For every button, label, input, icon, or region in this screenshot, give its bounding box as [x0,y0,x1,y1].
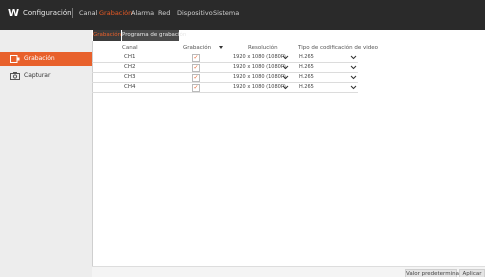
tab-bar: Grabación Programa de grabación [92,30,485,41]
encoding-select[interactable]: H.265 [297,53,357,61]
chevron-down-icon[interactable] [350,65,357,70]
camera-icon [10,72,20,80]
channel-name: CH2 [124,64,136,70]
column-header-codificacion: Tipo de codificación de video [298,45,379,51]
encoding-select[interactable]: H.265 [297,83,357,91]
recording-checkbox[interactable]: ✓ [192,64,200,72]
chevron-down-icon[interactable] [350,75,357,80]
nav-alarma[interactable]: Alarma [131,9,154,17]
chevron-down-icon[interactable] [282,65,289,70]
footer-bar: Valor predeterminado Aplicar [92,266,485,277]
nav-canal[interactable]: Canal [79,9,97,17]
table-row: CH1 ✓ 1920 x 1080 (1080P) H.265 [92,53,358,63]
sidebar-item-label: Grabación [24,55,55,62]
apply-button[interactable]: Aplicar [459,269,485,277]
encoding-select[interactable]: H.265 [297,63,357,71]
recording-checkbox[interactable]: ✓ [192,74,200,82]
chevron-down-icon[interactable] [282,85,289,90]
encoding-select[interactable]: H.265 [297,73,357,81]
nav-sistema[interactable]: Sistema [213,9,239,17]
sidebar-item-label: Capturar [24,72,51,79]
recording-checkbox[interactable]: ✓ [192,54,200,62]
sort-arrow-icon[interactable] [219,46,223,49]
chevron-down-icon[interactable] [282,55,289,60]
nav-red[interactable]: Red [158,9,170,17]
app-window: W Configuración Canal Grabación Alarma R… [0,0,485,277]
table-row: CH3 ✓ 1920 x 1080 (1080P) H.265 [92,73,358,83]
channel-name: CH3 [124,74,136,80]
chevron-down-icon[interactable] [350,55,357,60]
chevron-down-icon[interactable] [350,85,357,90]
sidebar-item-capturar[interactable]: Capturar [0,69,92,83]
default-button[interactable]: Valor predeterminado [405,269,466,277]
channel-name: CH4 [124,84,136,90]
column-header-canal: Canal [122,45,138,51]
table-row: CH4 ✓ 1920 x 1080 (1080P) H.265 [92,83,358,93]
sidebar: Grabación Capturar [0,30,93,277]
title-divider [72,8,73,18]
page-title: Configuración [23,9,72,17]
recording-checkbox[interactable]: ✓ [192,84,200,92]
column-header-grabacion: Grabación [183,45,212,51]
chevron-down-icon[interactable] [282,75,289,80]
channel-name: CH1 [124,54,136,60]
nav-grabacion[interactable]: Grabación [99,9,132,17]
sidebar-item-grabacion[interactable]: Grabación [0,52,92,66]
tab-grabacion[interactable]: Grabación [93,30,121,41]
brand-logo: W [8,8,20,19]
record-icon [10,55,20,63]
column-header-resolucion: Resolución [248,45,278,51]
top-bar: W Configuración Canal Grabación Alarma R… [0,0,485,30]
nav-dispositivo[interactable]: Dispositivo [177,9,213,17]
tab-programa-de-grabacion[interactable]: Programa de grabación [122,30,186,41]
table-row: CH2 ✓ 1920 x 1080 (1080P) H.265 [92,63,358,73]
